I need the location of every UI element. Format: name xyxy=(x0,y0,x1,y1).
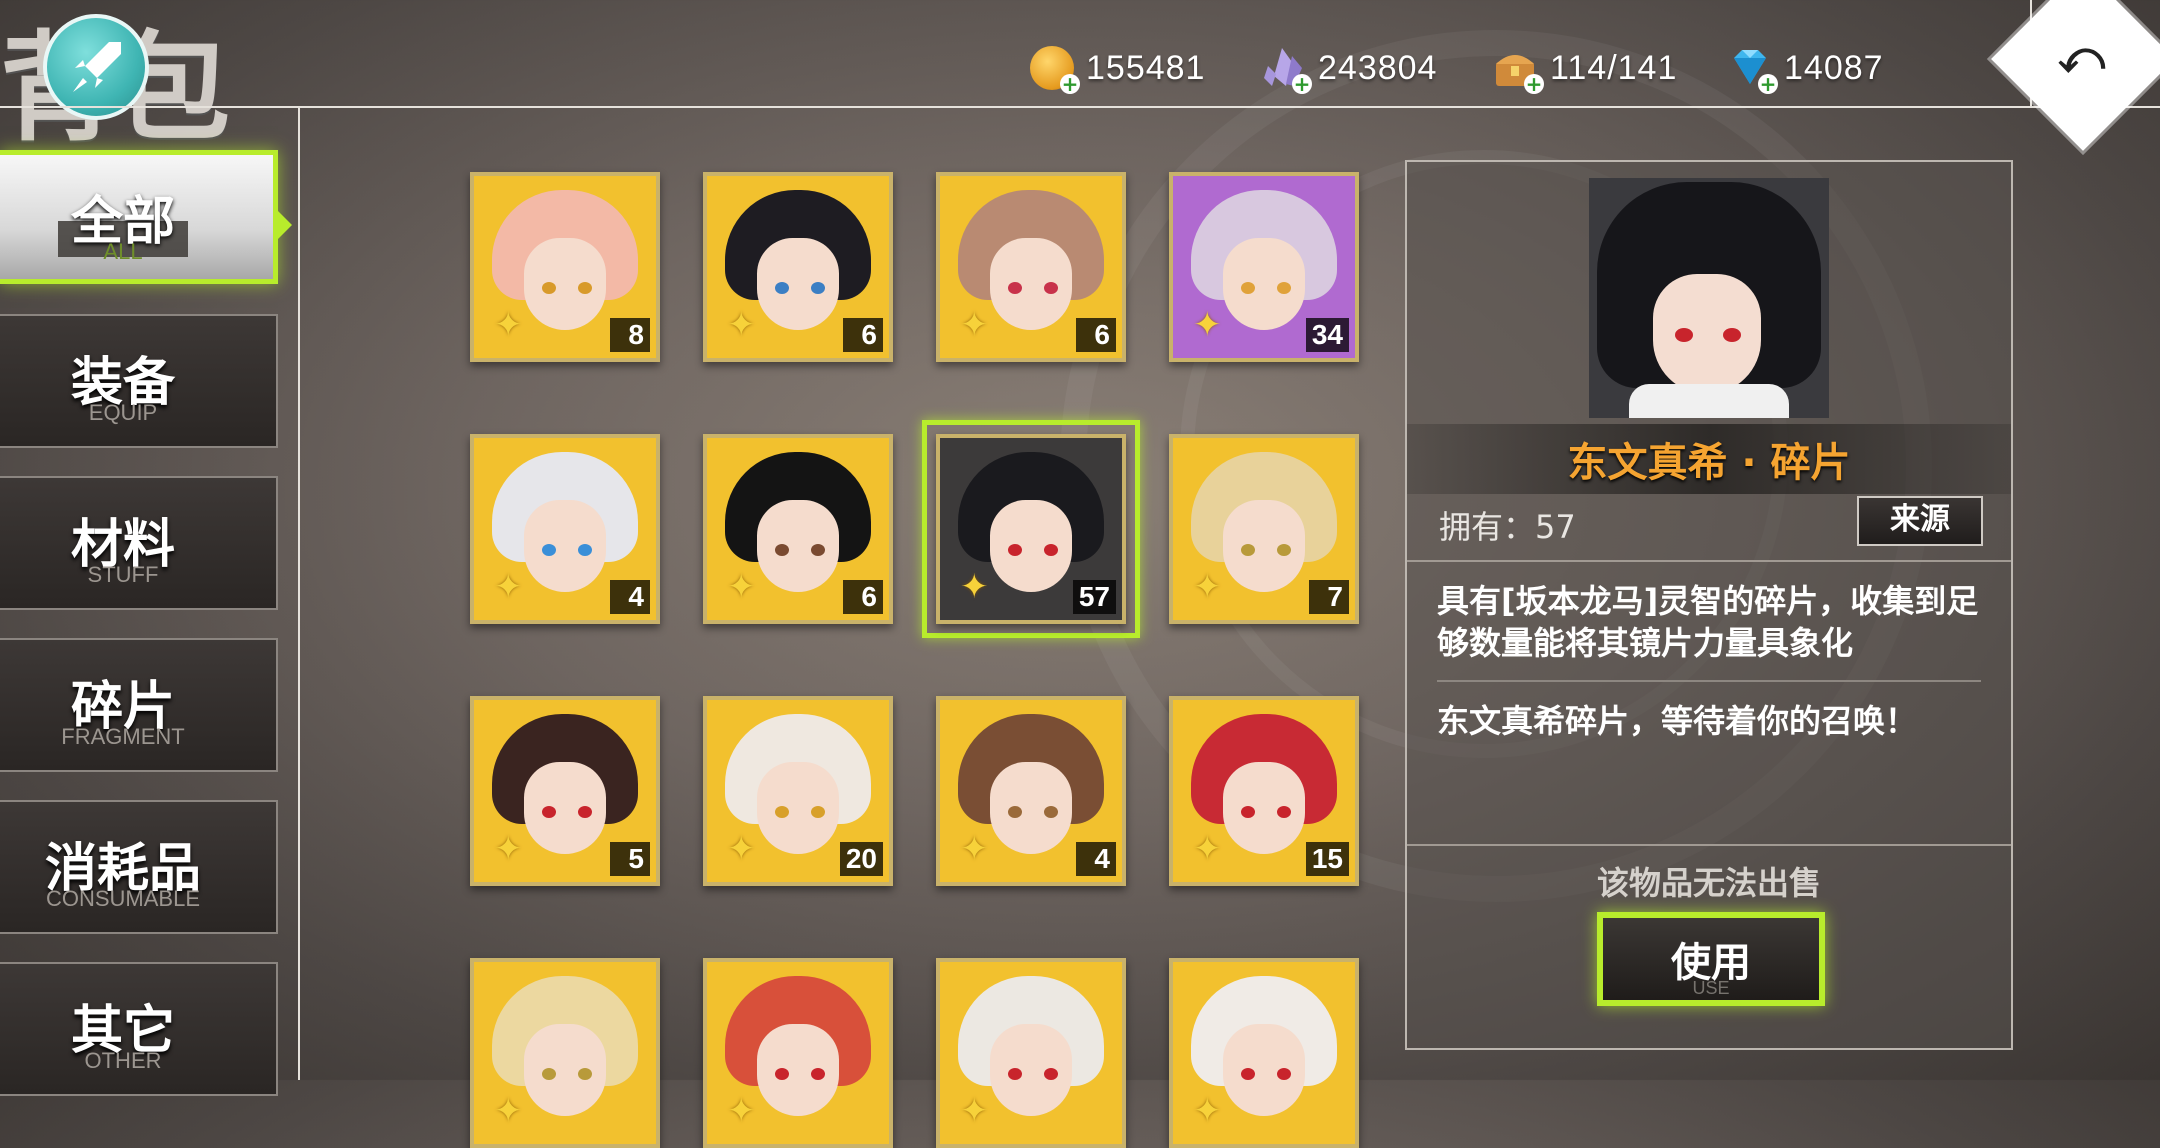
puzzle-piece-icon: ✦ xyxy=(1193,829,1222,869)
puzzle-piece-icon: ✦ xyxy=(494,305,523,345)
fragment-item-slot[interactable]: ✦ 6 xyxy=(703,434,893,624)
tab-sublabel: EQUIP xyxy=(88,400,158,425)
puzzle-piece-icon: ✦ xyxy=(727,1091,756,1131)
no-sell-notice: 该物品无法出售 xyxy=(1596,864,1821,902)
item-count: 20 xyxy=(839,842,883,876)
item-name: 东文真希 · 碎片 xyxy=(1567,440,1851,486)
puzzle-piece-icon: ✦ xyxy=(494,567,523,607)
divider xyxy=(1437,680,1981,682)
fragment-item-slot[interactable]: ✦ 6 xyxy=(936,172,1126,362)
item-count: 34 xyxy=(1305,318,1349,352)
puzzle-piece-icon: ✦ xyxy=(494,829,523,869)
resource-value: 243804 xyxy=(1318,48,1438,87)
character-portrait xyxy=(1589,178,1829,418)
fragment-item-slot[interactable]: ✦ 5 xyxy=(470,696,660,886)
tab-other[interactable]: 其它 OTHER xyxy=(0,962,278,1096)
use-button-sublabel: USE xyxy=(1692,978,1730,998)
item-description: 具有[坂本龙马]灵智的碎片，收集到足够数量能将其镜片力量具象化 xyxy=(1437,582,1979,662)
tab-stuff[interactable]: 材料 STUFF xyxy=(0,476,278,610)
resource-chest[interactable]: + 114/141 xyxy=(1494,46,1678,94)
item-count: 15 xyxy=(1305,842,1349,876)
use-button[interactable]: 使用 USE xyxy=(1597,912,1825,1006)
puzzle-piece-icon: ✦ xyxy=(727,829,756,869)
puzzle-piece-icon: ✦ xyxy=(727,305,756,345)
puzzle-piece-icon: ✦ xyxy=(1193,567,1222,607)
fragment-item-slot[interactable]: ✦ 15 xyxy=(1169,696,1359,886)
item-flavor-text: 东文真希碎片，等待着你的召唤！ xyxy=(1437,702,1918,740)
fragment-item-slot[interactable]: ✦ 57 xyxy=(936,434,1126,624)
diamond-icon: + xyxy=(1728,46,1778,94)
treasure-chest-icon: + xyxy=(1494,46,1544,94)
puzzle-piece-icon: ✦ xyxy=(727,567,756,607)
fragment-item-slot[interactable]: ✦ xyxy=(703,958,893,1148)
active-indicator xyxy=(276,209,292,241)
item-count: 6 xyxy=(843,580,883,614)
resource-value: 155481 xyxy=(1086,48,1206,87)
fragment-item-slot[interactable]: ✦ 4 xyxy=(470,434,660,624)
item-count: 7 xyxy=(1309,580,1349,614)
source-button[interactable]: 来源 xyxy=(1857,496,1983,546)
return-arrow-icon[interactable]: ⤺ xyxy=(2058,32,2105,83)
fragment-item-slot[interactable]: ✦ 8 xyxy=(470,172,660,362)
owned-count: 拥有：57 xyxy=(1439,508,1576,546)
fragment-item-slot[interactable]: ✦ 20 xyxy=(703,696,893,886)
divider xyxy=(1407,560,2011,562)
header-divider xyxy=(0,106,2160,108)
tab-fragment[interactable]: 碎片 FRAGMENT xyxy=(0,638,278,772)
puzzle-piece-icon: ✦ xyxy=(960,305,989,345)
puzzle-piece-icon: ✦ xyxy=(494,1091,523,1131)
tab-sublabel: FRAGMENT xyxy=(61,724,185,749)
item-count: 4 xyxy=(610,580,650,614)
resource-crystal[interactable]: + 243804 xyxy=(1262,46,1438,94)
fragment-item-slot[interactable]: ✦ 7 xyxy=(1169,434,1359,624)
divider xyxy=(1407,844,2011,846)
item-count: 4 xyxy=(1076,842,1116,876)
item-count: 8 xyxy=(610,318,650,352)
resource-diamond[interactable]: + 14087 xyxy=(1728,46,1884,94)
resource-gold[interactable]: + 155481 xyxy=(1030,46,1206,94)
tab-consumable[interactable]: 消耗品 CONSUMABLE xyxy=(0,800,278,934)
fragment-item-slot[interactable]: ✦ 6 xyxy=(703,172,893,362)
bag-rocket-icon xyxy=(43,14,149,120)
item-count: 5 xyxy=(610,842,650,876)
item-count: 57 xyxy=(1072,580,1116,614)
gold-coin-icon: + xyxy=(1030,46,1080,94)
tab-equip[interactable]: 装备 EQUIP xyxy=(0,314,278,448)
tab-sublabel: ALL xyxy=(103,239,143,264)
item-count: 6 xyxy=(843,318,883,352)
item-detail-panel: 东文真希 · 碎片 拥有：57 来源 具有[坂本龙马]灵智的碎片，收集到足够数量… xyxy=(1405,160,2013,1050)
sidebar-divider xyxy=(298,106,300,1080)
fragment-item-slot[interactable]: ✦ 4 xyxy=(936,696,1126,886)
tab-all[interactable]: 全部 ALL xyxy=(0,150,292,284)
puzzle-piece-icon: ✦ xyxy=(1193,1091,1222,1131)
puzzle-piece-icon: ✦ xyxy=(960,829,989,869)
tab-sublabel: STUFF xyxy=(87,562,159,587)
fragment-item-slot[interactable]: ✦ xyxy=(1169,958,1359,1148)
puzzle-piece-icon: ✦ xyxy=(960,1091,989,1131)
fragment-item-slot[interactable]: ✦ 34 xyxy=(1169,172,1359,362)
tab-sublabel: OTHER xyxy=(84,1048,162,1073)
puzzle-piece-icon: ✦ xyxy=(1193,305,1222,345)
fragment-item-slot[interactable]: ✦ xyxy=(470,958,660,1148)
resource-value: 114/141 xyxy=(1550,48,1678,87)
resource-value: 14087 xyxy=(1784,48,1884,87)
fragment-item-slot[interactable]: ✦ xyxy=(936,958,1126,1148)
puzzle-piece-icon: ✦ xyxy=(960,567,989,607)
tab-sublabel: CONSUMABLE xyxy=(45,886,201,911)
item-count: 6 xyxy=(1076,318,1116,352)
crystal-icon: + xyxy=(1262,46,1312,94)
